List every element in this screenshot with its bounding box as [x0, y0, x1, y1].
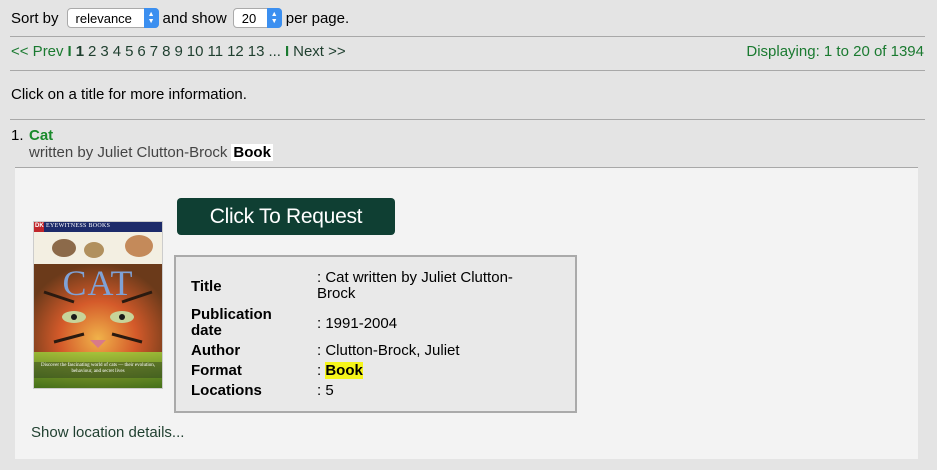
- page-link[interactable]: 7: [150, 43, 158, 60]
- request-button[interactable]: Click To Request: [177, 198, 395, 235]
- page-link[interactable]: 4: [113, 43, 121, 60]
- divider: [10, 70, 925, 71]
- pager-separator: I: [284, 43, 290, 60]
- results-count: Displaying: 1 to 20 of 1394: [746, 43, 924, 60]
- result-number: 1.: [11, 127, 24, 144]
- page-link[interactable]: 8: [162, 43, 170, 60]
- sort-by-label: Sort by: [11, 9, 59, 27]
- select-arrows-icon: ▲ ▼: [143, 8, 159, 28]
- locations-label: Locations: [191, 382, 262, 399]
- title-label: Title: [191, 278, 222, 295]
- format-value: Book: [325, 362, 363, 379]
- current-page: 1: [75, 43, 85, 60]
- divider: [10, 119, 925, 120]
- format-value-wrap: : Book: [317, 362, 547, 379]
- detail-row-format: Format : Book: [191, 362, 547, 379]
- and-show-label: and show: [162, 9, 227, 27]
- sort-controls: Sort by relevance ▲ ▼ and show 20 ▲ ▼ per …: [11, 6, 349, 30]
- pagination: << Prev I 1 2 3 4 5 6 7 8 9 10 11 12 13 ... I Next …: [11, 43, 346, 60]
- title-value: : Cat written by Juliet Clutton-Brock: [317, 269, 513, 302]
- per-page-select[interactable]: 20 ▲ ▼: [232, 8, 282, 28]
- prev-link[interactable]: << Prev: [11, 43, 64, 60]
- cover-series: EYEWITNESS BOOKS: [46, 223, 111, 229]
- details-table: Title : Cat written by Juliet Clutton-Br…: [174, 255, 577, 413]
- page-link[interactable]: 11: [207, 43, 223, 60]
- page-links: 2 3 4 5 6 7 8 9 10 11 12 13: [84, 43, 264, 60]
- author-label: Author: [191, 342, 241, 359]
- page-link[interactable]: 2: [88, 43, 96, 60]
- result-title-link[interactable]: Cat: [29, 127, 53, 144]
- page-link[interactable]: 3: [100, 43, 108, 60]
- per-page-select-value: 20: [241, 10, 257, 26]
- cover-blurb: Discover the fascinating world of cats —…: [41, 363, 155, 374]
- result-byline: written by Juliet Clutton-Brock Book: [29, 144, 273, 161]
- detail-row-publication-date: Publication date : 1991-2004: [191, 307, 547, 339]
- pubdate-value: : 1991-2004: [317, 315, 398, 332]
- page-link[interactable]: 5: [125, 43, 133, 60]
- result-detail-panel: EYEWITNESS BOOKS DK CAT Discover the fas…: [15, 167, 918, 459]
- byline-text: written by Juliet Clutton-Brock: [29, 144, 228, 161]
- detail-row-title: Title : Cat written by Juliet Clutton-Br…: [191, 270, 547, 302]
- page-link[interactable]: 12: [227, 43, 244, 60]
- page-link[interactable]: 6: [137, 43, 145, 60]
- locations-value: : 5: [317, 382, 334, 399]
- instructions: Click on a title for more information.: [11, 86, 247, 103]
- divider: [10, 36, 925, 37]
- pubdate-label: Publication date: [191, 306, 272, 339]
- page-link[interactable]: 10: [187, 43, 204, 60]
- per-page-label: per page.: [285, 9, 350, 27]
- page-link[interactable]: 13: [248, 43, 265, 60]
- next-link[interactable]: Next >>: [293, 43, 346, 60]
- detail-row-locations: Locations : 5: [191, 383, 547, 399]
- cover-title: CAT: [62, 263, 134, 303]
- pager-ellipsis: ...: [268, 43, 281, 60]
- author-value: : Clutton-Brock, Juliet: [317, 342, 460, 359]
- book-cover-image[interactable]: EYEWITNESS BOOKS DK CAT Discover the fas…: [33, 221, 163, 389]
- sort-select-value: relevance: [75, 10, 132, 26]
- select-arrows-icon: ▲ ▼: [266, 8, 282, 28]
- format-badge: Book: [231, 144, 273, 161]
- cover-publisher-mark: DK: [35, 223, 44, 229]
- pager-separator: I: [67, 43, 72, 60]
- show-location-details-link[interactable]: Show location details...: [31, 424, 184, 441]
- page-link[interactable]: 9: [174, 43, 182, 60]
- sort-select[interactable]: relevance ▲ ▼: [66, 8, 159, 28]
- format-label: Format: [191, 362, 242, 379]
- detail-row-author: Author : Clutton-Brock, Juliet: [191, 343, 547, 359]
